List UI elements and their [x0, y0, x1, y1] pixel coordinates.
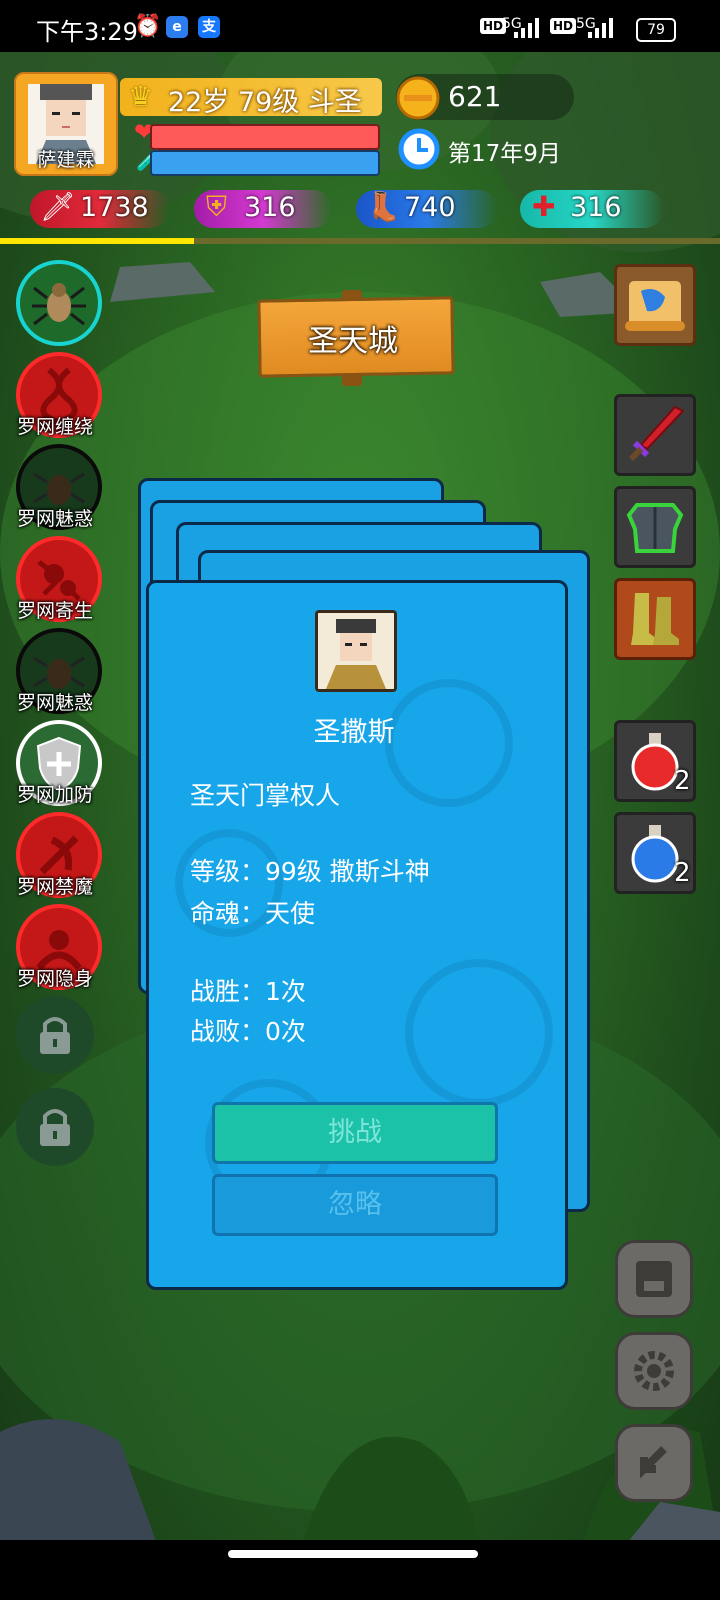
back-button[interactable]: [615, 1424, 693, 1502]
lock-icon: [40, 1017, 70, 1054]
armor-icon: [626, 503, 684, 553]
attack-value: 1738: [80, 192, 149, 223]
weapon-slot[interactable]: [614, 394, 696, 476]
red-potion-count: 2: [674, 766, 691, 796]
skill-label-silence: 罗网禁魔: [16, 876, 93, 898]
skill-label-charm-1: 罗网魅惑: [16, 508, 93, 530]
map-button[interactable]: [614, 264, 696, 346]
sword-stat-icon: 🗡: [40, 190, 76, 223]
home-indicator[interactable]: [228, 1550, 478, 1558]
location-name: 圣天城: [308, 324, 398, 359]
defense-value: 316: [244, 192, 296, 223]
spider-icon: [32, 283, 86, 326]
signal-icon: [514, 18, 539, 38]
back-arrow-icon: [640, 1446, 667, 1479]
skill-label-stealth: 罗网隐身: [16, 968, 93, 990]
save-icon: [636, 1261, 672, 1297]
settings-button[interactable]: [615, 1332, 693, 1410]
player-rank: 22岁 79级 斗圣: [168, 87, 362, 118]
npc-wins: 战胜：1次: [190, 977, 306, 1006]
map-scroll-icon: [625, 281, 685, 331]
npc-losses: 战败：0次: [190, 1017, 306, 1046]
battery-icon: 79: [636, 18, 676, 42]
boot-stat-icon: 👢: [366, 190, 401, 223]
alipay-icon: 支: [198, 16, 220, 38]
npc-name: 圣撒斯: [313, 717, 395, 748]
locked-slot-2[interactable]: [16, 1088, 94, 1166]
boots-slot[interactable]: [614, 578, 696, 660]
save-button[interactable]: [615, 1240, 693, 1318]
npc-avatar: [318, 613, 394, 689]
npc-title: 圣天门掌权人: [190, 781, 341, 810]
blue-potion-count: 2: [674, 858, 691, 888]
battery-level: 79: [647, 22, 665, 38]
gold-amount: 621: [448, 80, 502, 113]
alarm-icon: ⏰: [134, 14, 162, 39]
hd-icon-2: HD: [550, 18, 577, 34]
player-name: 萨建霖: [37, 149, 95, 171]
skill-label-parasite: 罗网寄生: [16, 600, 93, 622]
navigation-bar: [0, 1540, 720, 1600]
skill-label-entangle: 罗网缠绕: [16, 416, 93, 438]
npc-portrait: [315, 610, 397, 692]
locked-slot-1[interactable]: [16, 996, 94, 1074]
crown-icon: ♛: [128, 80, 154, 113]
app-notification-icon: e: [166, 16, 188, 38]
hp-bar: [150, 124, 380, 150]
speed-value: 740: [404, 192, 456, 223]
lock-icon: [40, 1109, 70, 1146]
npc-level: 等级：99级 撒斯斗神: [190, 857, 430, 886]
game-date: 第17年9月: [448, 141, 561, 167]
skill-spider[interactable]: [16, 260, 102, 346]
signal-icon-2: [588, 18, 613, 38]
gold-coin-icon: [396, 76, 440, 120]
health-cross-icon: ✚: [532, 190, 556, 223]
ignore-button[interactable]: 忽略: [212, 1174, 498, 1236]
armor-slot[interactable]: [614, 486, 696, 568]
status-bar: 下午3:29 ⏰ e 支 HD 5G HD 5G 79: [0, 0, 720, 52]
skill-label-charm-2: 罗网魅惑: [16, 692, 93, 714]
mp-bar: [150, 150, 380, 176]
status-time: 下午3:29: [36, 18, 138, 46]
health-value: 316: [570, 192, 622, 223]
challenge-button[interactable]: 挑战: [212, 1102, 498, 1164]
npc-soul: 命魂：天使: [190, 899, 316, 928]
shield-stat-icon: ⛨: [206, 190, 228, 223]
clock-icon: [398, 128, 440, 170]
skill-label-defense: 罗网加防: [16, 784, 93, 806]
gear-icon: [634, 1351, 674, 1391]
progress-fill: [0, 238, 195, 244]
sword-icon: [628, 405, 685, 462]
boots-icon: [631, 593, 679, 645]
